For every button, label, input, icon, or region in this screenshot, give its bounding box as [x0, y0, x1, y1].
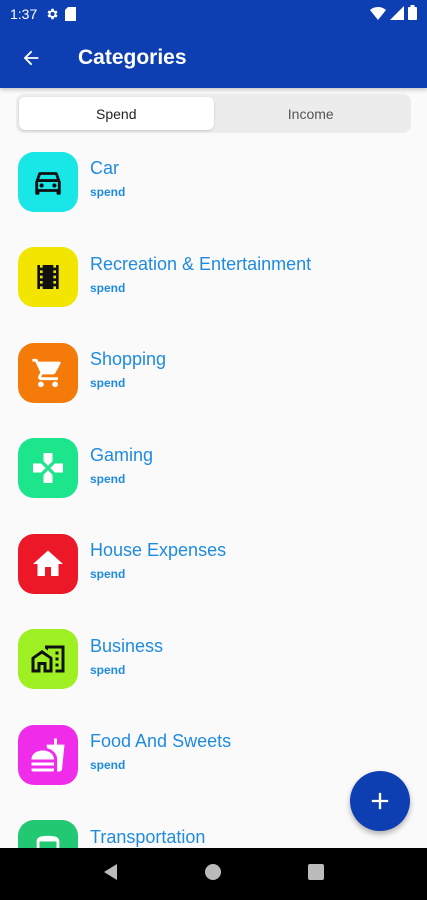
- settings-icon: [45, 7, 59, 21]
- status-right-icons: [370, 5, 417, 23]
- category-type: spend: [90, 471, 126, 486]
- category-name: Food And Sweets: [90, 731, 232, 752]
- nav-back-icon[interactable]: [102, 863, 120, 886]
- tab-spend[interactable]: Spend: [19, 97, 214, 130]
- category-name: Transportation: [90, 826, 206, 847]
- battery-icon: [408, 5, 417, 23]
- category-type: spend: [90, 567, 126, 582]
- category-item-car[interactable]: Car spend: [0, 134, 427, 230]
- category-item-gaming[interactable]: Gaming spend: [0, 421, 427, 517]
- category-name: Car: [90, 158, 120, 179]
- category-type: spend: [90, 280, 126, 295]
- category-type: spend: [90, 376, 126, 391]
- bus-icon: [18, 820, 78, 848]
- category-name: House Expenses: [90, 540, 227, 561]
- nav-recents-icon[interactable]: [307, 863, 325, 886]
- gamepad-icon: [18, 438, 78, 499]
- spend-income-tabs: Spend Income: [16, 94, 411, 133]
- sd-card-icon: [65, 7, 77, 21]
- page-title: Categories: [78, 46, 187, 69]
- category-name: Shopping: [90, 349, 167, 370]
- film-icon: [18, 247, 78, 308]
- category-list: Car spend Recreation & Entertainment spe…: [0, 134, 427, 848]
- business-icon: [18, 629, 78, 690]
- wifi-icon: [370, 6, 386, 23]
- category-item-house-expenses[interactable]: House Expenses spend: [0, 516, 427, 612]
- category-name: Business: [90, 635, 164, 656]
- category-type: spend: [90, 662, 126, 677]
- nav-home-icon[interactable]: [204, 863, 222, 886]
- category-type: spend: [90, 758, 126, 773]
- app-bar: Categories: [0, 28, 427, 88]
- category-item-shopping[interactable]: Shopping spend: [0, 325, 427, 421]
- house-icon: [18, 533, 78, 594]
- category-name: Gaming: [90, 444, 154, 465]
- category-item-business[interactable]: Business spend: [0, 612, 427, 708]
- car-icon: [18, 151, 78, 212]
- category-type: spend: [90, 185, 126, 200]
- status-bar: 1:37: [0, 0, 427, 28]
- shopping-cart-icon: [18, 342, 78, 403]
- status-time: 1:37: [10, 6, 38, 22]
- signal-icon: [390, 5, 404, 23]
- fastfood-icon: [18, 724, 78, 785]
- add-category-button[interactable]: [350, 771, 410, 831]
- plus-icon: [371, 792, 389, 810]
- category-name: Recreation & Entertainment: [90, 253, 312, 274]
- back-button[interactable]: [0, 28, 62, 88]
- arrow-back-icon: [23, 50, 39, 66]
- category-item-recreation[interactable]: Recreation & Entertainment spend: [0, 230, 427, 326]
- tab-income[interactable]: Income: [214, 97, 409, 130]
- system-nav-bar: [0, 848, 427, 900]
